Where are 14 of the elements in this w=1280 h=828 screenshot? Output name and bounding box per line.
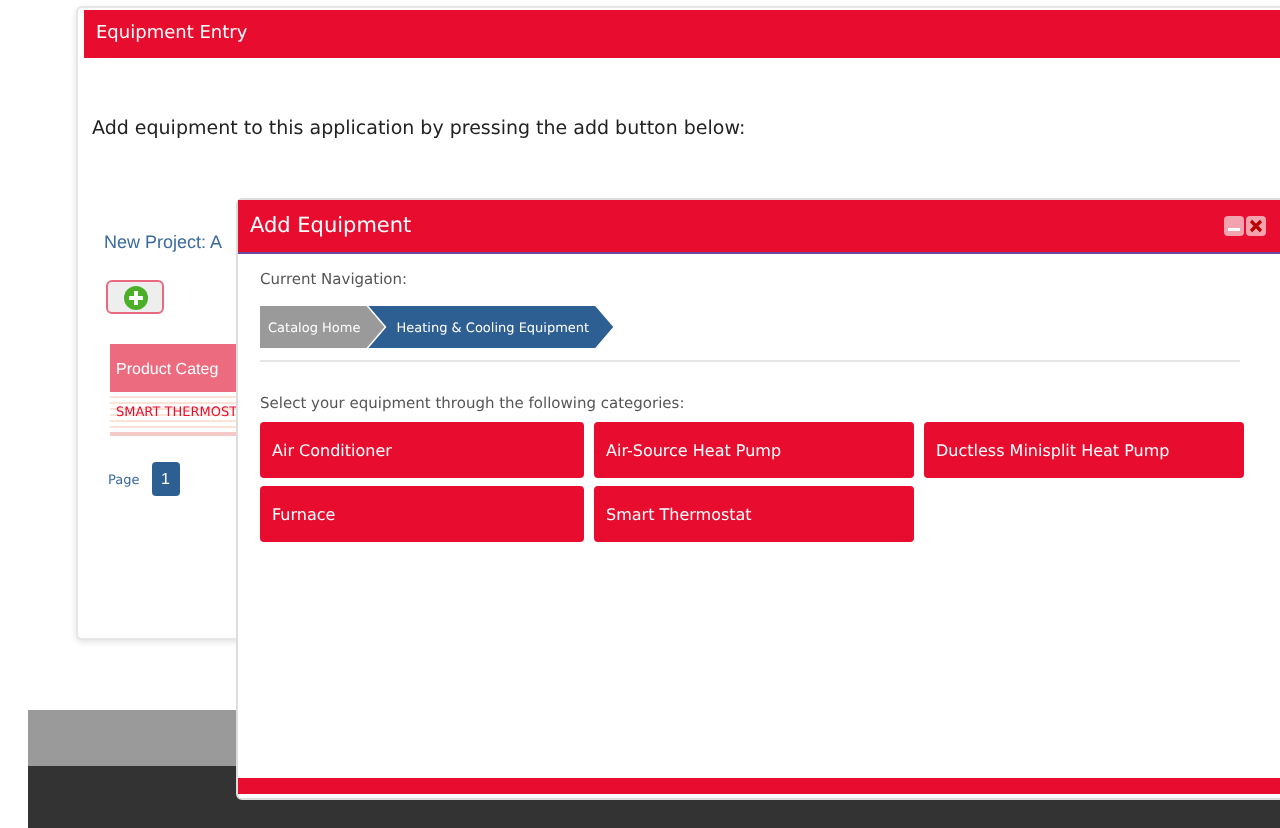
category-button[interactable]: Air-Source Heat Pump <box>594 422 914 478</box>
category-button[interactable]: Air Conditioner <box>260 422 584 478</box>
column-header: Product Categ <box>110 344 238 392</box>
panel-title: Equipment Entry <box>84 10 1280 58</box>
page-button[interactable]: 1 <box>151 462 180 496</box>
plus-icon <box>123 285 147 309</box>
category-button[interactable]: Furnace <box>260 486 584 542</box>
category-button[interactable]: Smart Thermostat <box>594 486 914 542</box>
instructions: Add equipment to this application by pressing the add button below: <box>92 118 748 140</box>
minimize-icon[interactable] <box>1224 216 1244 236</box>
add-button[interactable] <box>106 280 164 314</box>
category-button[interactable]: Ductless Minisplit Heat Pump <box>924 422 1244 478</box>
dialog-title: Add Equipment <box>250 214 412 238</box>
close-icon[interactable] <box>1246 216 1266 236</box>
